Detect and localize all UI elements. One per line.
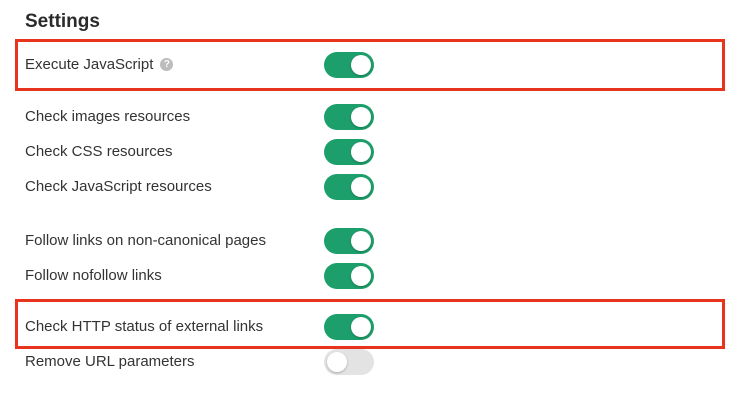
toggle-knob <box>351 231 371 251</box>
toggle-knob <box>351 107 371 127</box>
toggle-follow-links-non-canonical[interactable] <box>324 228 374 254</box>
setting-label-check-http-status: Check HTTP status of external links <box>25 318 264 335</box>
setting-row-check-css-resources: Check CSS resources <box>0 137 730 167</box>
toggle-check-css-resources[interactable] <box>324 139 374 165</box>
setting-label-follow-links-non-canonical: Follow links on non-canonical pages <box>25 232 266 249</box>
setting-row-check-images-resources: Check images resources <box>0 102 730 132</box>
setting-row-follow-nofollow-links: Follow nofollow links <box>0 261 730 291</box>
setting-label-execute-javascript: Execute JavaScript? <box>25 50 174 80</box>
toggle-knob <box>327 352 347 372</box>
setting-label-text: Execute JavaScript <box>25 56 154 73</box>
toggle-follow-nofollow-links[interactable] <box>324 263 374 289</box>
question-circle-icon[interactable]: ? <box>160 57 174 71</box>
setting-label-check-images-resources: Check images resources <box>25 108 191 125</box>
setting-row-remove-url-parameters: Remove URL parameters <box>0 347 730 377</box>
toggle-knob <box>351 55 371 75</box>
setting-label-check-javascript-resources: Check JavaScript resources <box>25 178 212 195</box>
toggle-knob <box>351 317 371 337</box>
toggle-check-http-status[interactable] <box>324 314 374 340</box>
setting-label-remove-url-parameters: Remove URL parameters <box>25 353 195 370</box>
toggle-check-javascript-resources[interactable] <box>324 174 374 200</box>
toggle-execute-javascript[interactable] <box>324 52 374 78</box>
toggle-remove-url-parameters[interactable] <box>324 349 374 375</box>
settings-title: Settings <box>25 11 100 32</box>
toggle-knob <box>351 142 371 162</box>
setting-row-check-javascript-resources: Check JavaScript resources <box>0 172 730 202</box>
setting-row-check-http-status: Check HTTP status of external links <box>0 312 730 342</box>
setting-label-follow-nofollow-links: Follow nofollow links <box>25 267 162 284</box>
toggle-check-images-resources[interactable] <box>324 104 374 130</box>
setting-row-follow-links-non-canonical: Follow links on non-canonical pages <box>0 226 730 256</box>
toggle-knob <box>351 266 371 286</box>
toggle-knob <box>351 177 371 197</box>
setting-label-check-css-resources: Check CSS resources <box>25 143 173 160</box>
setting-row-execute-javascript: Execute JavaScript? <box>0 50 730 80</box>
